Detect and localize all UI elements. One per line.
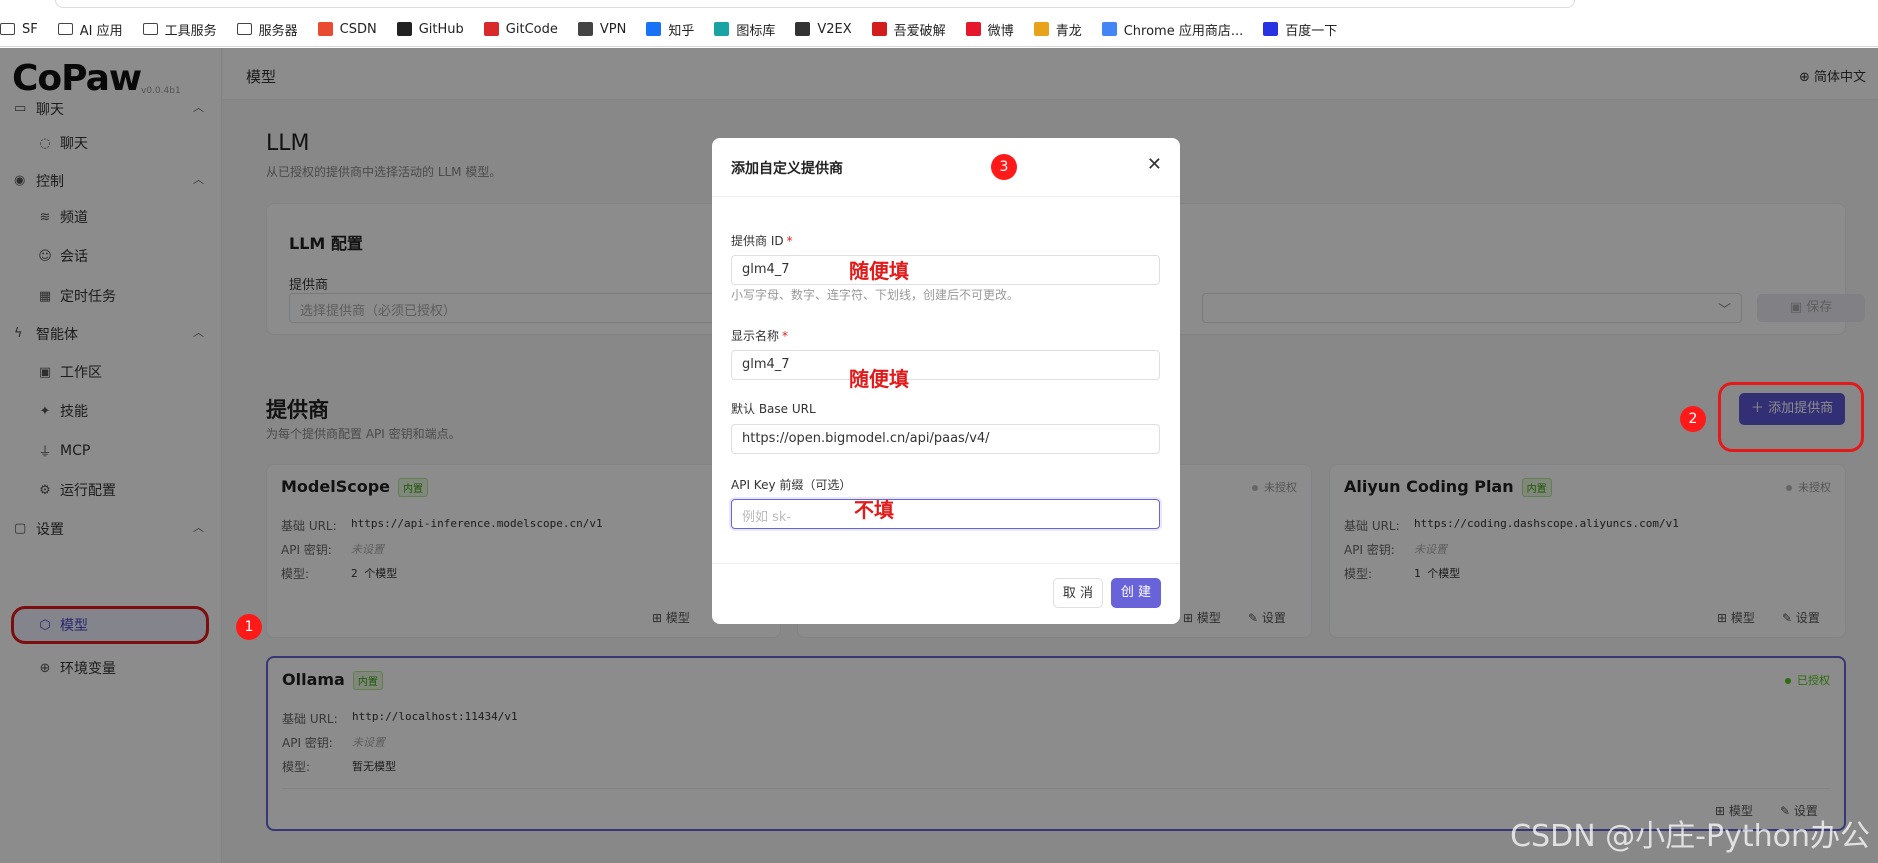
- bookmark-label: 吾爱破解: [893, 23, 946, 39]
- bookmark-label: VPN: [599, 21, 627, 37]
- provider-id-label-text: 提供商 ID: [731, 234, 784, 248]
- bookmark-csdn[interactable]: CSDN: [317, 21, 377, 37]
- provider-id-hint: 小写字母、数字、连字符、下划线，创建后不可更改。: [731, 288, 1020, 302]
- bookmark-label: CSDN: [339, 21, 377, 37]
- gitcode-icon: [483, 22, 499, 36]
- folder-icon: [142, 23, 158, 35]
- bookmark-v2ex[interactable]: V2EX: [795, 21, 852, 37]
- display-name-input[interactable]: glm4_7: [731, 350, 1160, 380]
- api-key-prefix-label: API Key 前缀（可选）: [731, 478, 852, 492]
- baidu-icon: [1263, 22, 1279, 36]
- provider-id-input[interactable]: glm4_7: [731, 255, 1160, 285]
- add-provider-dialog: 添加自定义提供商 3 ✕ 提供商 ID * glm4_7 随便填 小写字母、数字、…: [712, 138, 1180, 624]
- step-badge-1: 1: [236, 614, 262, 640]
- annotation-prefix: 不填: [854, 498, 894, 522]
- folder-icon: [0, 23, 15, 35]
- folder-icon: [57, 23, 73, 35]
- bookmark-label: SF: [22, 21, 38, 37]
- bookmark-label: Chrome 应用商店...: [1123, 23, 1244, 39]
- qinglong-icon: [1033, 22, 1049, 36]
- bookmark-chrome-store[interactable]: Chrome 应用商店...: [1101, 20, 1244, 39]
- 52pojie-icon: [871, 22, 887, 36]
- bookmark-vpn[interactable]: VPN: [577, 21, 627, 37]
- close-icon[interactable]: ✕: [1147, 154, 1162, 175]
- bookmark-label: 微博: [987, 23, 1014, 39]
- bookmark-folder[interactable]: 服务器: [236, 20, 298, 39]
- bookmarks-bar: SF AI 应用 工具服务 服务器 CSDN GitHub GitCode VPN 知乎 图标库 V…: [0, 0, 1878, 47]
- github-icon: [396, 22, 412, 36]
- required-mark: *: [782, 329, 789, 343]
- base-url-label: 默认 Base URL: [731, 402, 816, 416]
- create-button[interactable]: 创 建: [1111, 578, 1161, 608]
- annotation-name: 随便填: [849, 367, 909, 391]
- folder-icon: [236, 23, 252, 35]
- step-badge-3: 3: [991, 154, 1017, 180]
- bookmark-label: 图标库: [736, 23, 776, 39]
- display-name-label-text: 显示名称: [731, 329, 780, 343]
- annotation-id: 随便填: [849, 259, 909, 283]
- bookmark-label: 知乎: [668, 23, 695, 39]
- display-name-label: 显示名称 *: [731, 327, 788, 344]
- zhihu-icon: [646, 22, 662, 36]
- v2ex-icon: [795, 22, 811, 36]
- bookmark-gitcode[interactable]: GitCode: [483, 21, 558, 37]
- bookmark-folder[interactable]: 工具服务: [142, 20, 217, 39]
- bookmark-label: 百度一下: [1285, 23, 1338, 39]
- weibo-icon: [965, 22, 981, 36]
- provider-id-label: 提供商 ID *: [731, 232, 793, 249]
- bookmark-label: V2EX: [817, 21, 852, 37]
- dialog-title: 添加自定义提供商: [731, 161, 843, 177]
- bookmark-label: 工具服务: [164, 23, 217, 39]
- required-mark: *: [786, 234, 793, 248]
- bookmark-list: SF AI 应用 工具服务 服务器 CSDN GitHub GitCode VPN 知乎 图标库 V…: [0, 19, 1357, 39]
- bookmark-label: AI 应用: [79, 23, 123, 39]
- highlight-add-provider: [1718, 382, 1864, 452]
- csdn-icon: [317, 22, 333, 36]
- api-key-prefix-input[interactable]: 例如 sk-: [731, 499, 1160, 529]
- step-badge-2: 2: [1680, 406, 1706, 432]
- cancel-button[interactable]: 取 消: [1053, 578, 1103, 608]
- bookmark-label: 青龙: [1055, 23, 1082, 39]
- address-bar-edge[interactable]: [55, 0, 1575, 8]
- bookmark-label: GitCode: [505, 21, 558, 37]
- bookmark-iconfont[interactable]: 图标库: [714, 20, 775, 39]
- dialog-header-divider: [712, 196, 1180, 197]
- bookmark-label: GitHub: [418, 21, 464, 37]
- bookmark-folder[interactable]: SF: [0, 22, 38, 37]
- bookmark-folder[interactable]: AI 应用: [57, 20, 123, 39]
- dialog-footer-divider: [712, 563, 1180, 564]
- bookmark-qinglong[interactable]: 青龙: [1033, 20, 1082, 39]
- vpn-icon: [577, 22, 593, 36]
- watermark: CSDN @小庄-Python办公: [1510, 819, 1870, 854]
- bookmark-baidu[interactable]: 百度一下: [1263, 20, 1337, 39]
- bookmark-zhihu[interactable]: 知乎: [646, 20, 694, 39]
- bookmark-52pojie[interactable]: 吾爱破解: [871, 20, 946, 39]
- iconfont-icon: [714, 22, 730, 36]
- bookmark-label: 服务器: [258, 23, 298, 39]
- bookmark-github[interactable]: GitHub: [396, 21, 464, 37]
- base-url-input[interactable]: https://open.bigmodel.cn/api/paas/v4/: [731, 424, 1160, 454]
- bookmark-weibo[interactable]: 微博: [965, 20, 1014, 39]
- chrome-store-icon: [1101, 22, 1117, 36]
